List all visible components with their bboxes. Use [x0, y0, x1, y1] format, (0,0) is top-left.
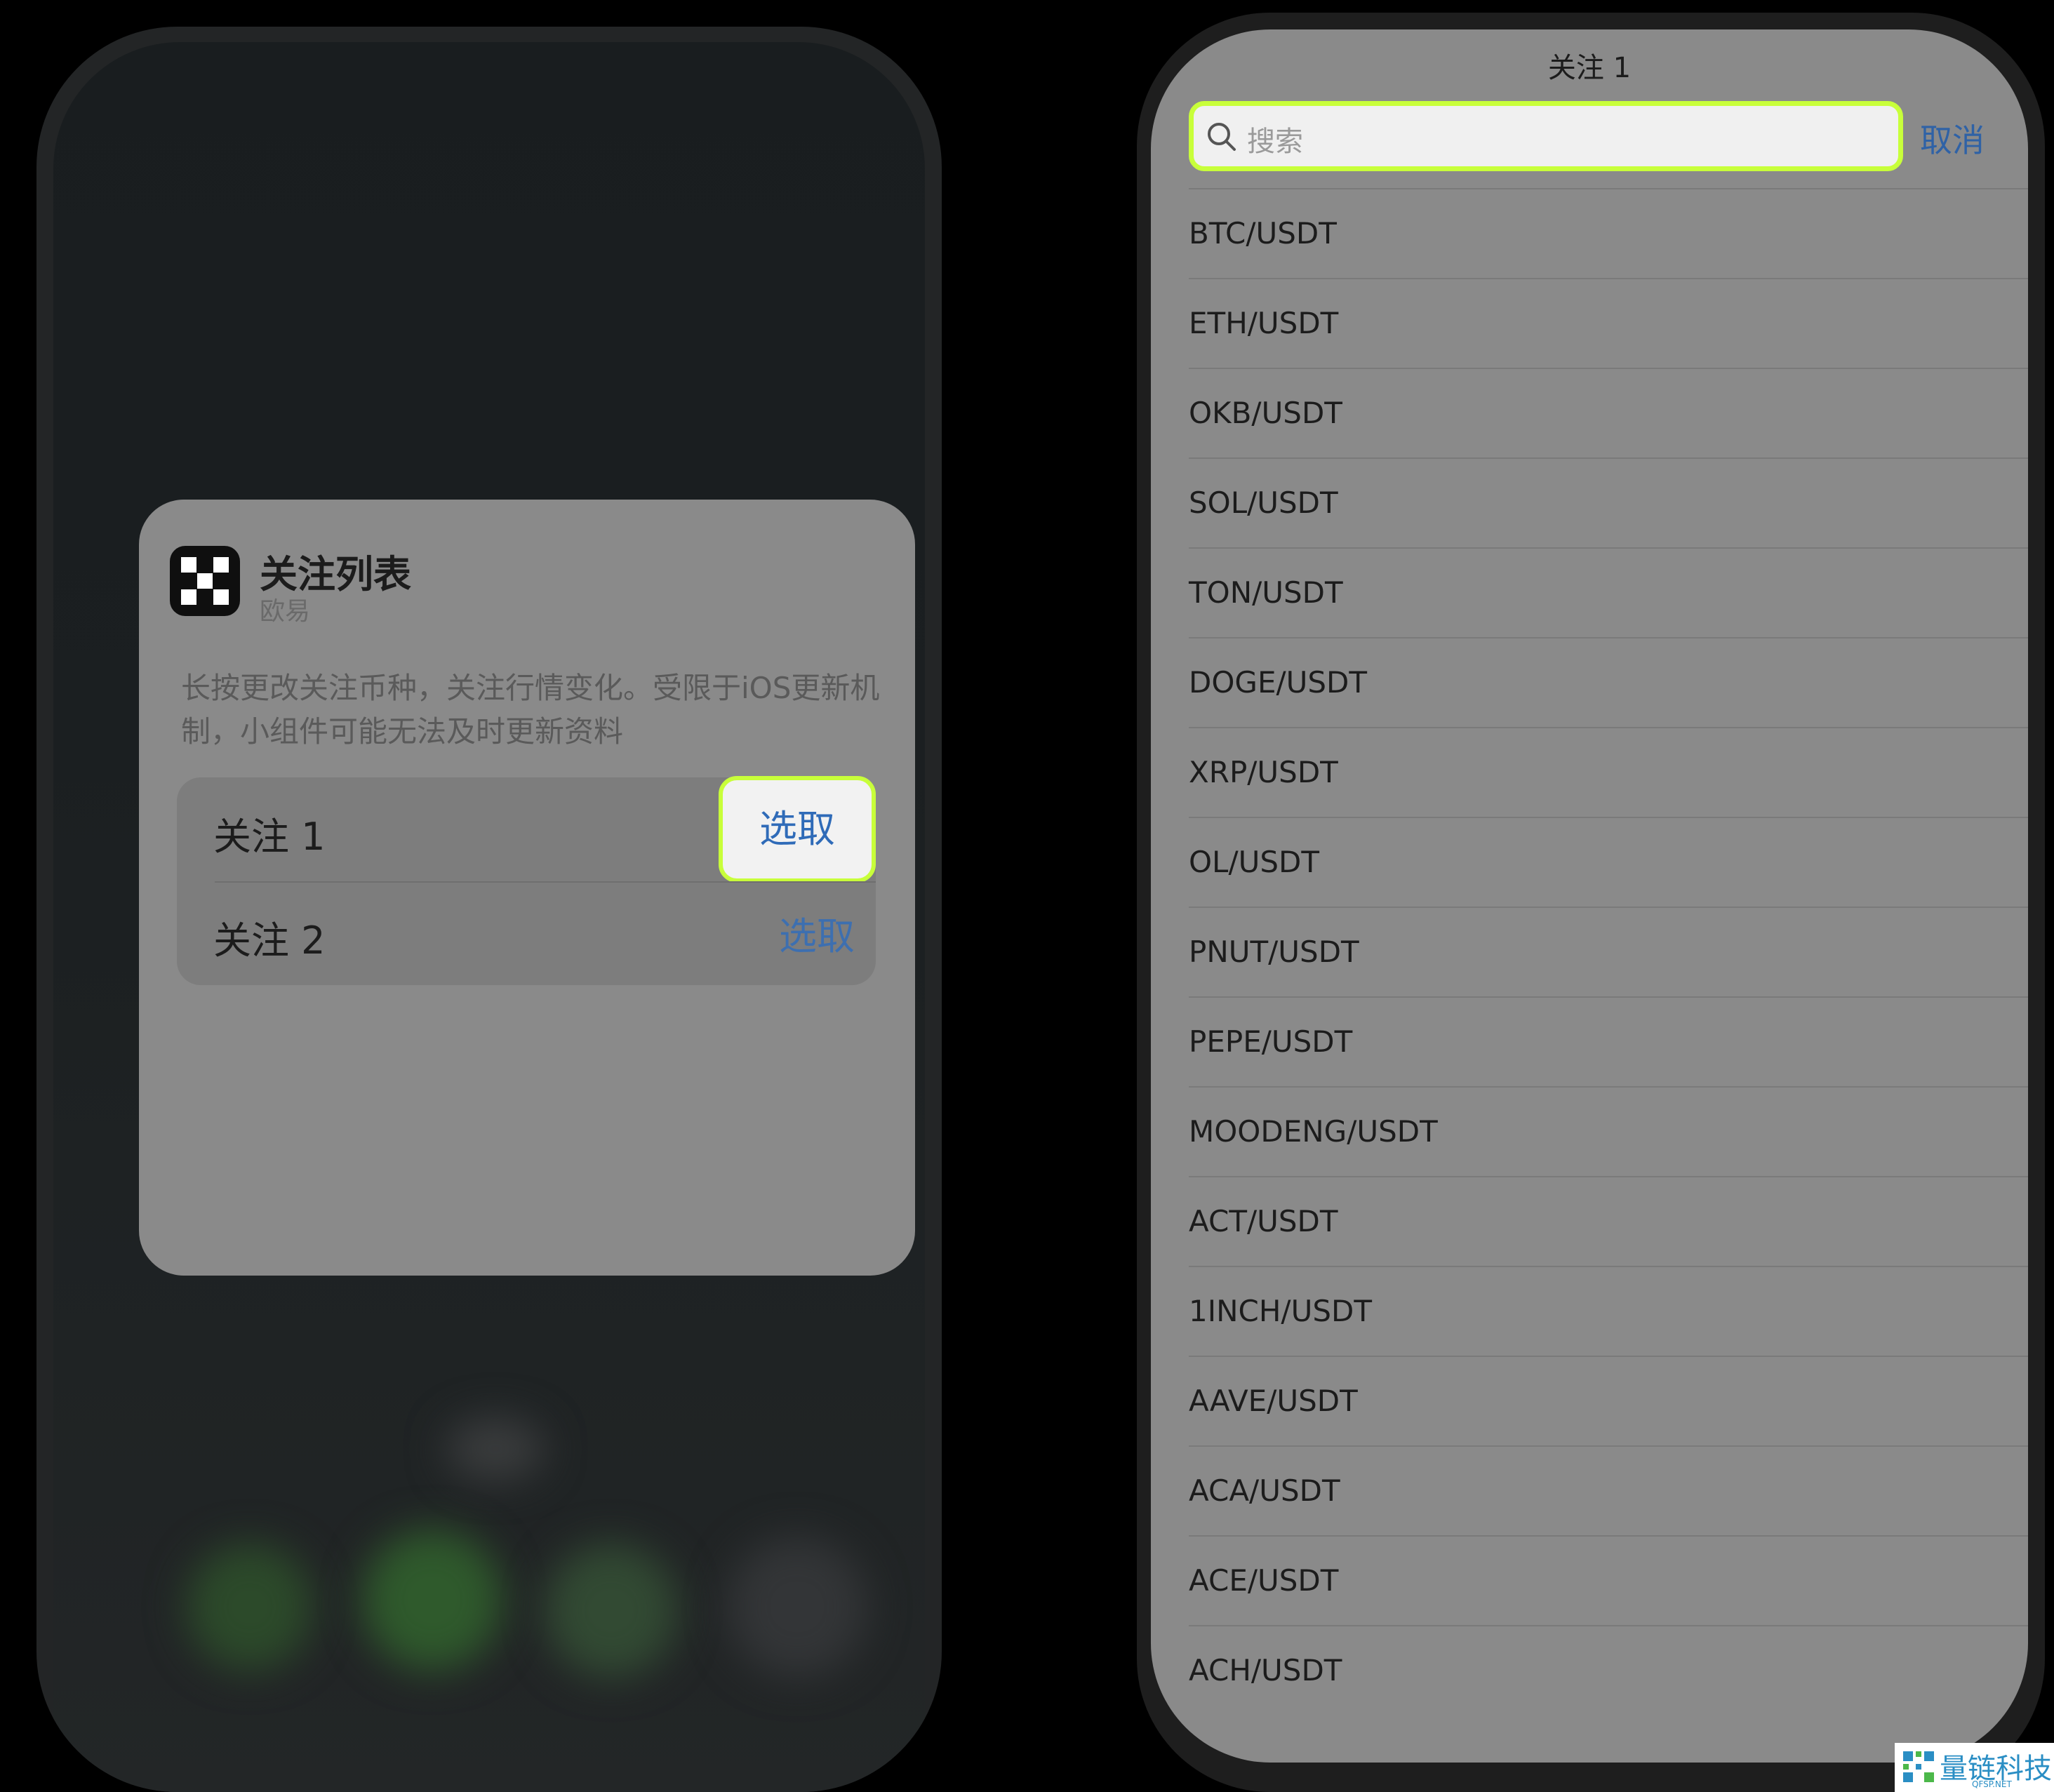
search-icon — [1208, 123, 1236, 151]
select-button-watch-1[interactable]: 选取 — [719, 776, 876, 883]
widget-app-name: 欧易 — [260, 597, 311, 626]
widget-config-card: 关注列表 欧易 长按更改关注币种，关注行情变化。受限于iOS更新机制，小组件可能… — [139, 500, 915, 1276]
coin-pair-label: BTC/USDT — [1189, 216, 1337, 250]
option-label: 关注 2 — [213, 918, 326, 963]
watermark-logo-icon — [1903, 1751, 1934, 1782]
coin-pair-label: 1INCH/USDT — [1189, 1294, 1372, 1328]
coin-pair-label: PNUT/USDT — [1189, 935, 1359, 969]
coin-pair-label: ACT/USDT — [1189, 1204, 1338, 1238]
coin-row[interactable]: MOODENG/USDT — [1189, 1086, 2028, 1176]
widget-description: 长按更改关注币种，关注行情变化。受限于iOS更新机制，小组件可能无法及时更新资料 — [181, 671, 880, 749]
blurred-app-icon — [362, 1530, 502, 1670]
select-button-watch-2[interactable]: 选取 — [779, 905, 855, 961]
coin-row[interactable]: ACA/USDT — [1189, 1445, 2028, 1535]
coin-row[interactable]: OL/USDT — [1189, 817, 2028, 907]
coin-row[interactable]: TON/USDT — [1189, 547, 2028, 637]
coin-row[interactable]: PEPE/USDT — [1189, 996, 2028, 1086]
coin-row[interactable]: DOGE/USDT — [1189, 637, 2028, 727]
okx-logo-icon — [181, 557, 229, 605]
coin-row[interactable]: ACT/USDT — [1189, 1176, 2028, 1266]
coin-pair-label: XRP/USDT — [1189, 755, 1338, 789]
coin-pair-label: SOL/USDT — [1189, 486, 1338, 520]
coin-pair-label: OKB/USDT — [1189, 396, 1342, 430]
option-label: 关注 1 — [213, 815, 326, 859]
coin-row[interactable]: 1INCH/USDT — [1189, 1266, 2028, 1356]
coin-pair-label: ACE/USDT — [1189, 1563, 1339, 1598]
coin-row[interactable]: XRP/USDT — [1189, 727, 2028, 817]
coin-row[interactable]: BTC/USDT — [1189, 188, 2028, 278]
okx-app-icon — [170, 546, 240, 616]
coin-pair-label: MOODENG/USDT — [1189, 1114, 1438, 1149]
watermark-subtext: QFSP.NET — [1972, 1779, 2012, 1789]
coin-row[interactable]: AAVE/USDT — [1189, 1356, 2028, 1445]
right-phone-screen: 关注 1 搜索 取消 BTC/USDT ETH/USDT OKB/USDT SOL/U… — [1151, 29, 2028, 1763]
option-row-watch-2: 关注 2 选取 — [177, 881, 876, 985]
coin-pair-label: ETH/USDT — [1189, 306, 1339, 340]
coin-row[interactable]: OKB/USDT — [1189, 368, 2028, 457]
cancel-button[interactable]: 取消 — [1920, 115, 1985, 161]
coin-pair-label: ACH/USDT — [1189, 1653, 1342, 1687]
coin-row[interactable]: ACH/USDT — [1189, 1625, 2028, 1715]
coin-pair-label: TON/USDT — [1189, 575, 1343, 610]
nav-title: 关注 1 — [1547, 52, 1632, 84]
option-row-watch-1: 关注 1 选取 — [177, 776, 876, 883]
search-input[interactable]: 搜索 — [1189, 101, 1903, 171]
blurred-app-icon — [545, 1544, 678, 1677]
right-phone-frame: 关注 1 搜索 取消 BTC/USDT ETH/USDT OKB/USDT SOL/U… — [1137, 13, 2045, 1792]
coin-row[interactable]: SOL/USDT — [1189, 457, 2028, 547]
left-phone-frame: 关注列表 欧易 长按更改关注币种，关注行情变化。受限于iOS更新机制，小组件可能… — [36, 27, 942, 1792]
watermark: 量链科技 QFSP.NET — [1895, 1743, 2054, 1792]
coin-list: BTC/USDT ETH/USDT OKB/USDT SOL/USDT TON/USDT… — [1189, 188, 2028, 1715]
blurred-app-icon — [187, 1544, 313, 1670]
coin-row[interactable]: ETH/USDT — [1189, 278, 2028, 368]
coin-row[interactable]: ACE/USDT — [1189, 1535, 2028, 1625]
blurred-page-dot — [446, 1417, 545, 1480]
coin-pair-label: ACA/USDT — [1189, 1473, 1340, 1508]
coin-pair-label: DOGE/USDT — [1189, 665, 1368, 700]
watchlist-options: 关注 1 选取 关注 2 选取 — [177, 776, 876, 985]
coin-row[interactable]: PNUT/USDT — [1189, 907, 2028, 996]
coin-pair-label: PEPE/USDT — [1189, 1024, 1353, 1059]
coin-pair-label: OL/USDT — [1189, 845, 1320, 879]
coin-pair-label: AAVE/USDT — [1189, 1384, 1358, 1418]
blurred-app-icon — [727, 1537, 867, 1677]
search-placeholder: 搜索 — [1247, 126, 1303, 158]
